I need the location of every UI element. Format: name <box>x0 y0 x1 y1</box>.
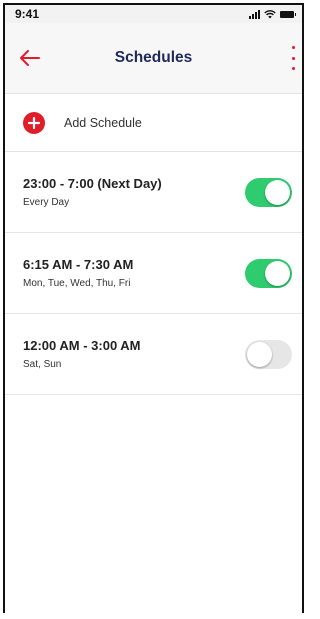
battery-icon <box>280 10 296 18</box>
toggle-knob <box>265 180 290 205</box>
schedule-days: Mon, Tue, Wed, Thu, Fri <box>23 278 131 289</box>
schedule-time: 12:00 AM - 3:00 AM <box>23 338 141 353</box>
toggle-knob <box>265 261 290 286</box>
schedule-days: Sat, Sun <box>23 359 62 370</box>
schedule-time: 23:00 - 7:00 (Next Day) <box>23 176 162 191</box>
signal-icon <box>249 9 260 19</box>
toggle-knob <box>247 342 272 367</box>
status-bar: 9:41 <box>5 5 302 23</box>
schedule-time: 6:15 AM - 7:30 AM <box>23 257 134 272</box>
header: Schedules <box>5 23 302 94</box>
schedule-item[interactable]: 23:00 - 7:00 (Next Day) Every Day <box>5 152 302 233</box>
status-icons <box>249 9 296 19</box>
page-title: Schedules <box>114 49 193 66</box>
schedule-item[interactable]: 12:00 AM - 3:00 AM Sat, Sun <box>5 314 302 395</box>
schedule-days: Every Day <box>23 197 70 208</box>
status-time: 9:41 <box>15 7 40 21</box>
plus-icon <box>23 111 45 134</box>
phone-frame: 9:41 Schedules Add Schedule 23:00 - 7:00… <box>3 3 304 613</box>
schedule-item[interactable]: 6:15 AM - 7:30 AM Mon, Tue, Wed, Thu, Fr… <box>5 233 302 314</box>
wifi-icon <box>264 9 276 18</box>
schedule-toggle[interactable] <box>245 259 292 288</box>
schedule-toggle[interactable] <box>245 178 292 207</box>
arrow-left-icon[interactable] <box>19 49 41 67</box>
kebab-menu-icon[interactable] <box>288 46 298 70</box>
add-schedule-label: Add Schedule <box>64 115 142 130</box>
schedule-toggle[interactable] <box>245 340 292 369</box>
add-schedule-button[interactable]: Add Schedule <box>5 94 302 152</box>
